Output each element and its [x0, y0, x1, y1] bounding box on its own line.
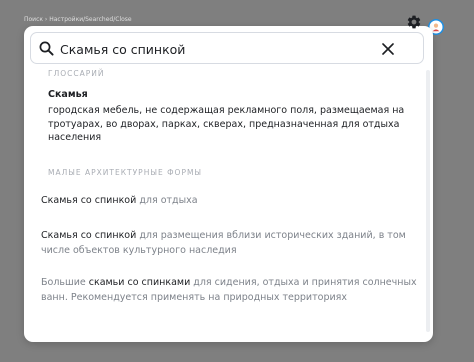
result-text-after: для отдыха: [136, 195, 198, 206]
scrollbar[interactable]: [426, 70, 430, 332]
glossary-definition: городская мебель, не содержащая рекламно…: [48, 105, 405, 143]
glossary-term: Скамья: [48, 89, 88, 100]
search-result[interactable]: Скамья со спинкой для отдыха: [41, 193, 421, 208]
result-highlight: Скамья со спинкой: [41, 230, 137, 241]
result-highlight: Скамья со спинкой: [41, 195, 137, 206]
breadcrumb: Поиск › Настройки/Searched/Close: [24, 16, 132, 23]
glossary-section-title: ГЛОССАРИЙ: [48, 69, 105, 78]
search-input[interactable]: [60, 39, 380, 59]
architecture-section-title: МАЛЫЕ АРХИТЕКТУРНЫЕ ФОРМЫ: [48, 168, 203, 177]
search-result[interactable]: Скамья со спинкой для размещения вблизи …: [41, 228, 421, 258]
search-icon[interactable]: [39, 41, 54, 56]
search-bar: [30, 32, 424, 64]
search-result[interactable]: Большие скамьи со спинками для сидения, …: [41, 275, 421, 305]
gear-icon[interactable]: [406, 14, 422, 30]
page: Поиск › Настройки/Searched/Close ГЛОССАР…: [0, 0, 474, 362]
close-icon[interactable]: [382, 43, 394, 55]
result-text-before: Большие: [41, 277, 89, 288]
result-highlight: скамьи со спинками: [88, 277, 191, 288]
search-panel: ГЛОССАРИЙ Скамья городская мебель, не со…: [24, 26, 433, 342]
